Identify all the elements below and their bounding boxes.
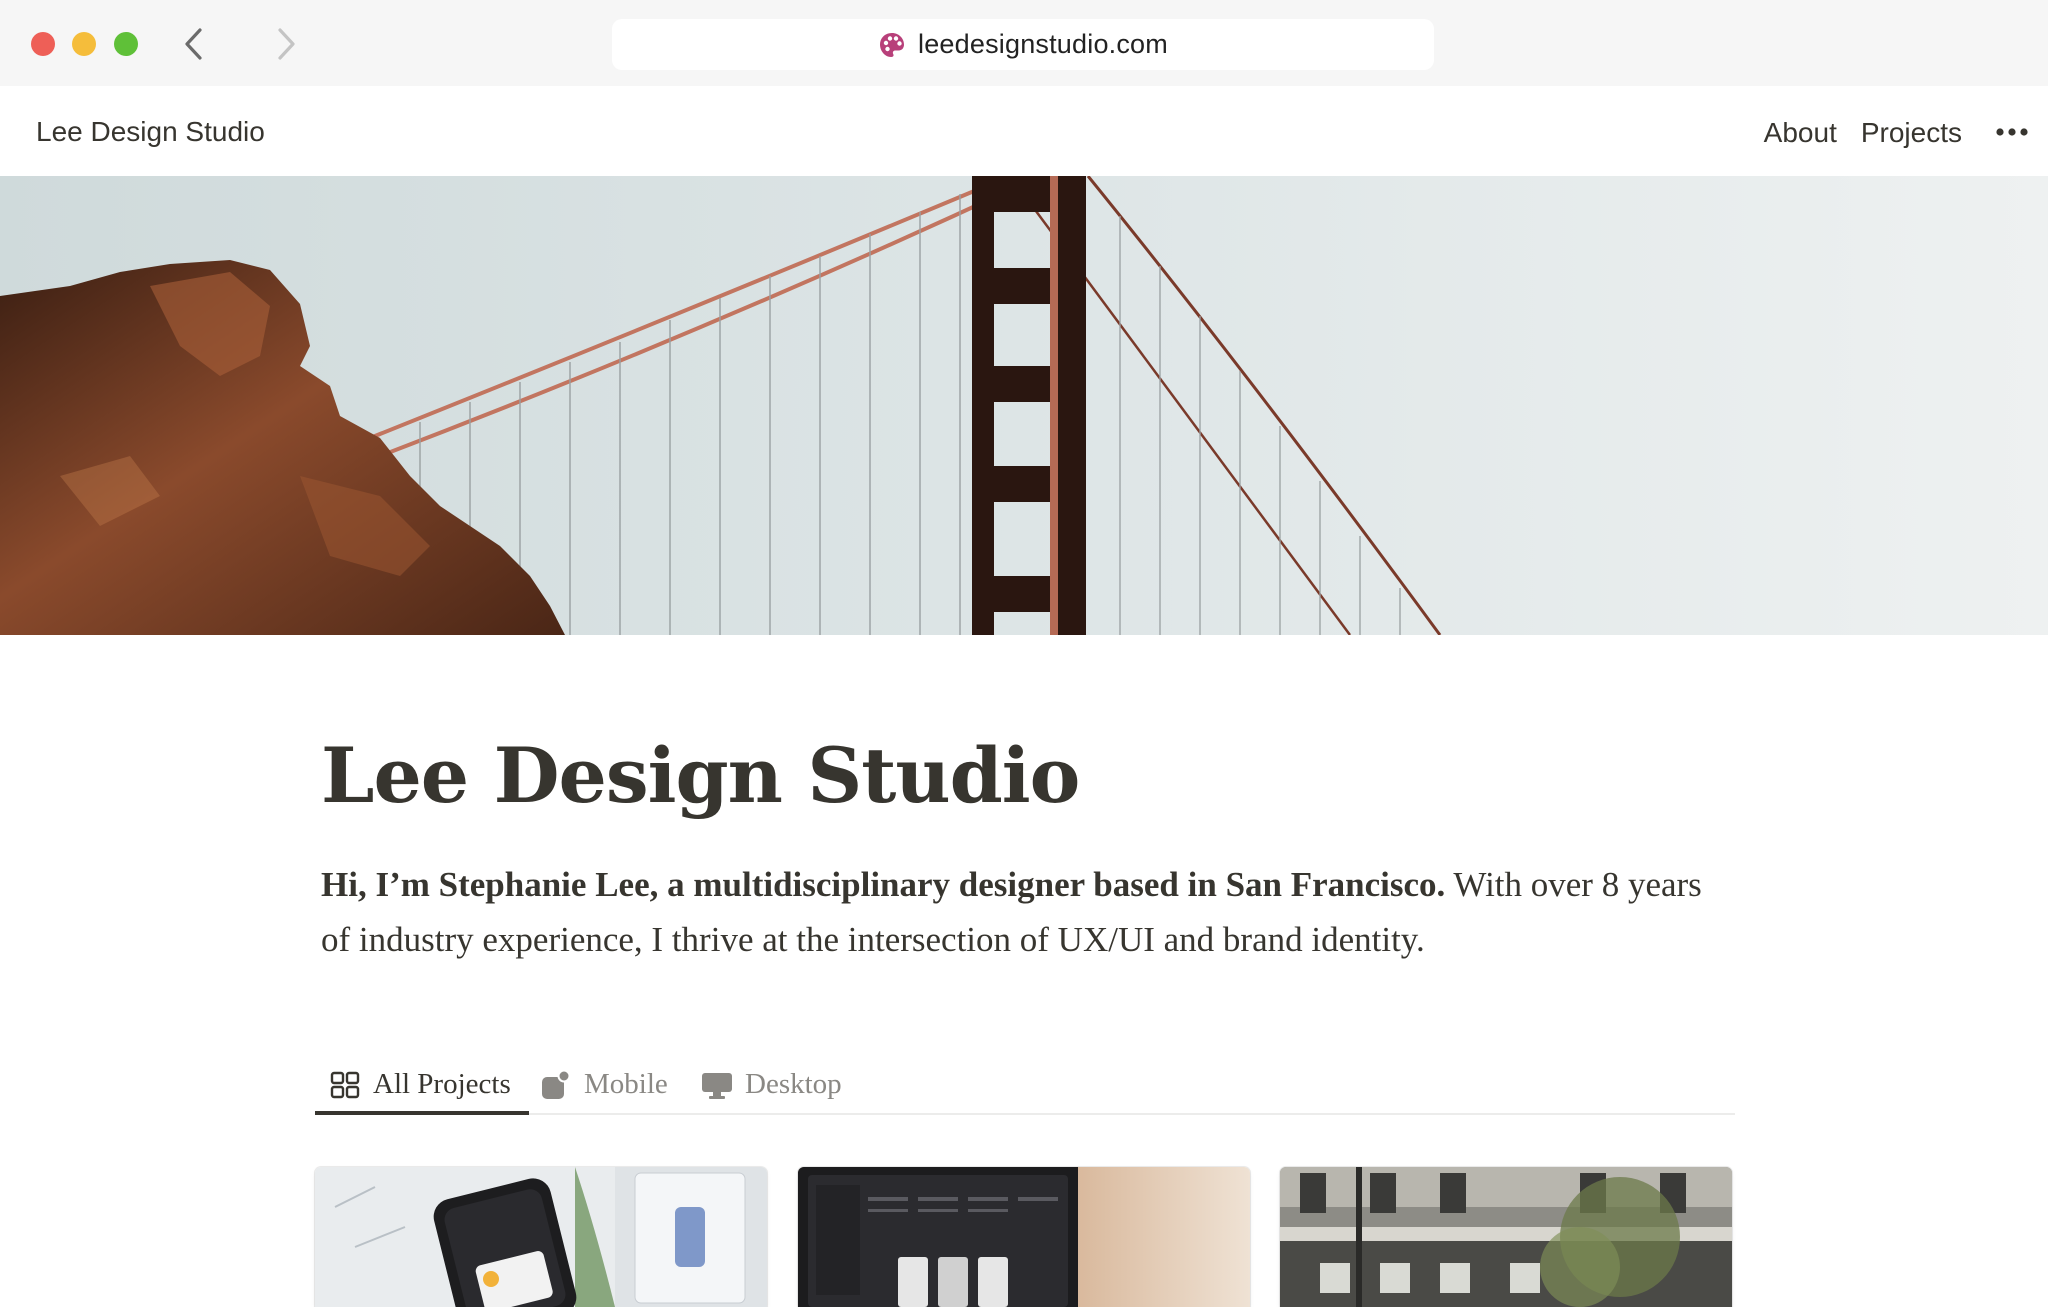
intro-paragraph: Hi, I’m Stephanie Lee, a multidisciplina… xyxy=(321,857,1731,967)
tab-label-mobile: Mobile xyxy=(584,1068,668,1100)
address-bar[interactable]: leedesignstudio.com xyxy=(612,19,1434,70)
browser-toolbar: leedesignstudio.com xyxy=(0,0,2048,86)
site-header: Lee Design Studio About Projects xyxy=(0,86,2048,176)
zoom-window-button[interactable] xyxy=(114,32,138,56)
mobile-icon xyxy=(542,1069,571,1099)
project-card[interactable] xyxy=(315,1167,767,1307)
tab-desktop[interactable]: Desktop xyxy=(701,1067,842,1113)
nav-link-about[interactable]: About xyxy=(1764,117,1837,149)
project-card[interactable] xyxy=(1280,1167,1732,1307)
phone-app-photo xyxy=(315,1167,767,1307)
page-title: Lee Design Studio xyxy=(321,731,1080,820)
nav-link-projects[interactable]: Projects xyxy=(1861,117,1962,149)
more-button[interactable] xyxy=(1992,112,2032,152)
active-tab-indicator xyxy=(315,1111,529,1115)
back-button[interactable] xyxy=(172,22,216,66)
close-window-button[interactable] xyxy=(31,32,55,56)
site-name[interactable]: Lee Design Studio xyxy=(36,116,265,148)
site-nav: About Projects xyxy=(1764,117,1962,149)
gallery-grid-icon xyxy=(330,1071,360,1099)
chevron-left-icon xyxy=(185,28,202,60)
desktop-icon xyxy=(702,1073,732,1099)
cover-image xyxy=(0,176,2048,635)
intro-bold: Hi, I’m Stephanie Lee, a multidisciplina… xyxy=(321,865,1446,904)
project-card[interactable] xyxy=(798,1167,1250,1307)
golden-gate-bridge-photo xyxy=(0,176,2048,635)
building-facade-photo xyxy=(1280,1167,1732,1307)
tab-all-projects[interactable]: All Projects xyxy=(329,1067,511,1113)
minimize-window-button[interactable] xyxy=(72,32,96,56)
view-tabs: All Projects Mobile Desktop xyxy=(315,1067,1735,1115)
tab-mobile[interactable]: Mobile xyxy=(540,1067,668,1113)
tab-label-desktop: Desktop xyxy=(745,1068,842,1100)
chevron-right-icon xyxy=(278,28,295,60)
url-text: leedesignstudio.com xyxy=(918,29,1168,59)
forward-button[interactable] xyxy=(264,22,308,66)
more-horizontal-icon xyxy=(1996,128,2028,136)
palette-icon xyxy=(880,32,905,57)
laptop-screen-photo xyxy=(798,1167,1250,1307)
tab-label-all-projects: All Projects xyxy=(373,1068,511,1100)
